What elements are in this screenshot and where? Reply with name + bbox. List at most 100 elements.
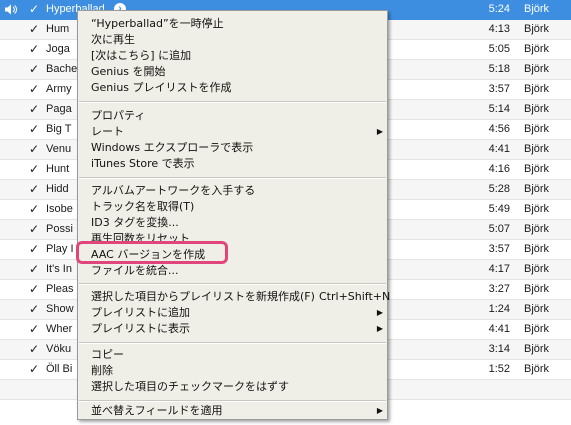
submenu-arrow-icon: ▶ [376,324,383,333]
track-time: 5:28 [488,183,510,195]
track-title: Hum [46,23,70,35]
highlight-annotation [76,241,228,264]
track-title: Pleas [46,283,74,295]
track-artist: Björk [524,243,550,255]
track-artist: Björk [524,323,550,335]
menu-item-copy[interactable]: コピー [91,347,383,362]
menu-item-consolidate[interactable]: ファイルを統合... [91,263,383,278]
track-title: Öll Bi [46,363,73,375]
track-artist: Björk [524,143,550,155]
track-artist: Björk [524,63,550,75]
menu-item-show-in-explorer[interactable]: Windows エクスプローラで表示 [91,140,383,155]
track-checkbox[interactable]: ✓ [29,143,39,156]
menu-item-get-track-names[interactable]: トラック名を取得(T) [91,199,383,214]
menu-item-rating[interactable]: レート ▶ [91,124,383,139]
menu-item-pause[interactable]: “Hyperballad”を一時停止 [91,16,383,31]
track-title: Play I [46,243,74,255]
speaker-icon [5,4,17,15]
track-time: 4:56 [488,123,510,135]
menu-separator [79,177,386,179]
track-artist: Björk [524,183,550,195]
track-checkbox[interactable]: ✓ [29,283,39,296]
menu-item-start-genius[interactable]: Genius を開始 [91,64,383,79]
track-time: 1:24 [488,303,510,315]
track-checkbox[interactable]: ✓ [29,223,39,236]
track-checkbox[interactable]: ✓ [29,303,39,316]
track-title: Joga [46,43,70,55]
track-checkbox[interactable]: ✓ [29,23,39,36]
menu-separator [79,342,386,344]
track-title: Isobe [46,203,73,215]
submenu-arrow-icon: ▶ [376,406,383,415]
menu-item-show-in-store[interactable]: iTunes Store で表示 [91,156,383,171]
track-title: Venu [46,143,72,155]
submenu-arrow-icon: ▶ [376,127,383,136]
track-checkbox[interactable]: ✓ [29,323,39,336]
track-artist: Björk [524,163,550,175]
track-checkbox[interactable]: ✓ [29,183,39,196]
track-title: Army [46,83,72,95]
track-title: Bache [46,63,78,75]
track-title: Big T [46,123,72,135]
menu-item-play-next[interactable]: 次に再生 [91,32,383,47]
track-time: 3:14 [488,343,510,355]
track-artist: Björk [524,103,550,115]
track-artist: Björk [524,23,550,35]
menu-item-properties[interactable]: プロパティ [91,108,383,123]
track-checkbox[interactable]: ✓ [29,243,39,256]
track-artist: Björk [524,223,550,235]
menu-item-add-to-playlist[interactable]: プレイリストに追加 ▶ [91,305,383,320]
track-artist: Björk [524,123,550,135]
track-time: 3:27 [488,283,510,295]
track-checkbox[interactable]: ✓ [29,83,39,96]
track-title: It's In [46,263,72,275]
track-time: 5:18 [488,63,510,75]
track-time: 3:57 [488,83,510,95]
track-checkbox[interactable]: ✓ [29,203,39,216]
track-time: 4:16 [488,163,510,175]
track-checkbox[interactable]: ✓ [29,103,39,116]
track-title: Possi [46,223,73,235]
track-time: 5:24 [488,3,510,15]
menu-item-add-up-next[interactable]: [次はこちら] に追加 [91,48,383,63]
menu-item-uncheck-selection[interactable]: 選択した項目のチェックマークをはずす [91,379,383,394]
track-time: 4:41 [488,143,510,155]
track-checkbox[interactable]: ✓ [29,363,39,376]
track-title: Show [46,303,74,315]
track-checkbox[interactable]: ✓ [29,43,39,56]
menu-item-apply-sort-field[interactable]: 並べ替えフィールドを適用 ▶ [91,403,383,418]
track-title: Wher [46,323,73,335]
menu-item-new-playlist-from-selection[interactable]: 選択した項目からプレイリストを新規作成(F) Ctrl+Shift+N [91,289,390,304]
track-artist: Björk [524,3,550,15]
track-checkbox[interactable]: ✓ [29,3,39,16]
track-checkbox[interactable]: ✓ [29,163,39,176]
menu-item-convert-id3[interactable]: ID3 タグを変換... [91,215,383,230]
menu-separator [79,283,386,285]
track-time: 5:49 [488,203,510,215]
track-time: 5:14 [488,103,510,115]
track-title: Paga [46,103,72,115]
menu-item-show-in-playlist[interactable]: プレイリストに表示 ▶ [91,321,383,336]
track-artist: Björk [524,343,550,355]
track-artist: Björk [524,363,550,375]
track-checkbox[interactable]: ✓ [29,263,39,276]
track-title: Vöku [46,343,72,355]
shortcut-label: Ctrl+Shift+N [319,290,391,303]
track-title: Hunt [46,163,70,175]
track-artist: Björk [524,263,550,275]
submenu-arrow-icon: ▶ [376,308,383,317]
track-checkbox[interactable]: ✓ [29,123,39,136]
track-checkbox[interactable]: ✓ [29,343,39,356]
menu-item-label: 並べ替えフィールドを適用 [91,404,223,417]
track-time: 3:57 [488,243,510,255]
track-time: 5:05 [488,43,510,55]
track-checkbox[interactable]: ✓ [29,63,39,76]
menu-item-delete[interactable]: 削除 [91,363,383,378]
menu-item-label: 選択した項目からプレイリストを新規作成(F) [91,290,315,303]
menu-item-genius-playlist[interactable]: Genius プレイリストを作成 [91,80,383,95]
track-time: 4:41 [488,323,510,335]
menu-item-get-artwork[interactable]: アルバムアートワークを入手する [91,183,383,198]
context-menu: “Hyperballad”を一時停止 次に再生 [次はこちら] に追加 Geni… [77,10,390,420]
track-title: Hidd [46,183,69,195]
track-time: 4:13 [488,23,510,35]
